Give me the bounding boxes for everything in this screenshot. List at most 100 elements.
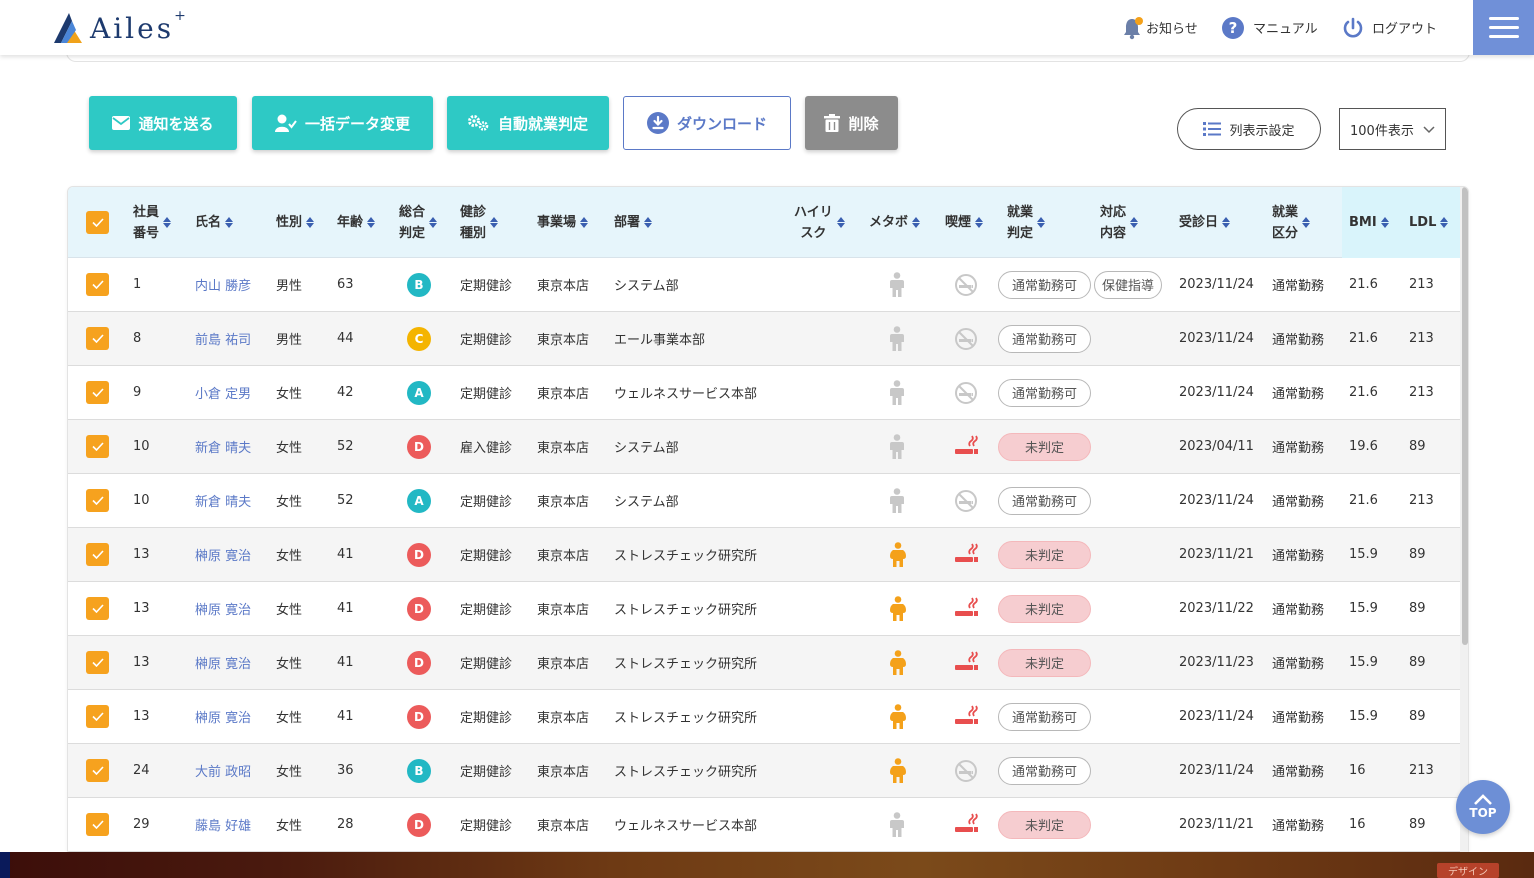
employee-name-link[interactable]: 榊原 寛治 [195,528,251,581]
employee-name-link[interactable]: 新倉 晴夫 [195,474,251,527]
cell-gender: 女性 [276,765,303,780]
header-work-class[interactable]: 就業 区分 [1272,187,1311,258]
manual-link[interactable]: ? マニュアル [1221,0,1318,55]
header-work-judge-line2: 判定 [1007,225,1034,241]
row-checkbox[interactable] [86,327,109,350]
hamburger-menu-button[interactable] [1473,0,1534,55]
smoking-icon [954,528,980,581]
cell-age: 41 [337,601,354,616]
row-checkbox[interactable] [86,705,109,728]
column-setting-button[interactable]: 列表示設定 [1177,108,1321,150]
table-row[interactable]: 8 前島 祐司 男性 44 C 定期健診 東京本店 エール事業本部 通常勤務可 2023/11/2… [68,312,1460,366]
cell-exam-date: 2023/11/24 [1179,385,1254,400]
row-checkbox[interactable] [86,813,109,836]
header-ldl[interactable]: LDL [1409,187,1449,258]
header-high-risk[interactable]: ハイリ スク [794,187,845,258]
row-checkbox[interactable] [86,381,109,404]
cell-gender: 女性 [276,549,303,564]
work-judge-badge[interactable]: 未判定 [998,432,1091,461]
notice-label: お知らせ [1146,22,1198,37]
work-judge-badge[interactable]: 未判定 [998,540,1091,569]
table-row[interactable]: 10 新倉 晴夫 女性 52 D 雇入健診 東京本店 システム部 未判定 2023/04/11 通常… [68,420,1460,474]
cell-bmi: 21.6 [1349,385,1378,400]
row-checkbox[interactable] [86,489,109,512]
delete-button[interactable]: 削除 [805,96,898,150]
cell-gender: 男性 [276,333,303,348]
table-row[interactable]: 13 榊原 寛治 女性 41 D 定期健診 東京本店 ストレスチェック研究所 未判定 2023/1… [68,528,1460,582]
bulk-change-button[interactable]: 一括データ変更 [252,96,433,150]
header-dept[interactable]: 部署 [614,187,653,258]
per-page-select[interactable]: 100件表示 [1339,108,1446,150]
table-scrollbar[interactable] [1460,187,1468,855]
table-row[interactable]: 1 内山 勝彦 男性 63 B 定期健診 東京本店 システム部 通常勤務可 保健指導 2023/11… [68,258,1460,312]
notice-link[interactable]: お知らせ [1122,0,1198,55]
row-checkbox[interactable] [86,273,109,296]
work-judge-badge[interactable]: 通常勤務可 [998,486,1091,515]
row-checkbox[interactable] [86,543,109,566]
header-name[interactable]: 氏名 [195,187,234,258]
grade-badge: A [407,380,431,405]
employee-name-link[interactable]: 榊原 寛治 [195,582,251,635]
employee-name-link[interactable]: 内山 勝彦 [195,258,251,311]
cell-age: 52 [337,439,354,454]
row-checkbox-cell [86,420,109,473]
send-notification-button[interactable]: 通知を送る [89,96,237,150]
download-button[interactable]: ダウンロード [623,96,791,150]
logout-link[interactable]: ログアウト [1342,0,1437,55]
work-judge-badge[interactable]: 通常勤務可 [998,756,1091,785]
ailes-logo[interactable]: Ailes + [52,8,186,46]
table-row[interactable]: 10 新倉 晴夫 女性 52 A 定期健診 東京本店 システム部 通常勤務可 2023/11/24… [68,474,1460,528]
scrollbar-thumb[interactable] [1462,187,1468,645]
work-judge-badge[interactable]: 通常勤務可 [998,378,1091,407]
table-row[interactable]: 29 藤島 好雄 女性 28 D 定期健診 東京本店 ウェルネスサービス本部 未判定 2023/1… [68,798,1460,852]
row-checkbox[interactable] [86,597,109,620]
header-smoking[interactable]: 喫煙 [945,187,984,258]
work-judge-badge[interactable]: 通常勤務可 [998,324,1091,353]
table-row[interactable]: 9 小倉 定男 女性 42 A 定期健診 東京本店 ウェルネスサービス本部 通常勤務可 2023/… [68,366,1460,420]
employee-name-link[interactable]: 新倉 晴夫 [195,420,251,473]
work-judge-badge[interactable]: 未判定 [998,648,1091,677]
header-overall[interactable]: 総合 判定 [399,187,438,258]
header-metabo[interactable]: メタボ [869,187,921,258]
table-row[interactable]: 13 榊原 寛治 女性 41 D 定期健診 東京本店 ストレスチェック研究所 通常勤務可 2023… [68,690,1460,744]
table-row[interactable]: 24 大前 政昭 女性 36 B 定期健診 東京本店 ストレスチェック研究所 通常勤務可 2023… [68,744,1460,798]
header-bmi[interactable]: BMI [1349,187,1389,258]
header-office[interactable]: 事業場 [537,187,589,258]
row-checkbox[interactable] [86,435,109,458]
header-exam-type[interactable]: 健診 種別 [460,187,499,258]
employee-name-link[interactable]: 小倉 定男 [195,366,251,419]
employee-name-link[interactable]: 榊原 寛治 [195,636,251,689]
cell-dept: エール事業本部 [614,333,706,348]
header-age[interactable]: 年齢 [337,187,376,258]
cell-bmi: 15.9 [1349,709,1378,724]
header-response[interactable]: 対応 内容 [1100,187,1139,258]
header-emp-no[interactable]: 社員 番号 [133,187,172,258]
cell-exam-date: 2023/04/11 [1179,439,1254,454]
smoking-icon [954,690,980,743]
employee-name-link[interactable]: 藤島 好雄 [195,798,251,851]
auto-judge-button[interactable]: 自動就業判定 [447,96,609,150]
cell-ldl: 89 [1409,439,1426,454]
select-all-checkbox[interactable] [86,211,109,234]
table-row[interactable]: 13 榊原 寛治 女性 41 D 定期健診 東京本店 ストレスチェック研究所 未判定 2023/1… [68,582,1460,636]
work-judge-badge[interactable]: 未判定 [998,594,1091,623]
header-exam-date[interactable]: 受診日 [1179,187,1231,258]
row-checkbox[interactable] [86,651,109,674]
work-judge-badge[interactable]: 通常勤務可 [998,270,1091,299]
cell-exam-type: 定期健診 [460,603,513,618]
work-judge-badge[interactable]: 通常勤務可 [998,702,1091,731]
table-row[interactable]: 13 榊原 寛治 女性 41 D 定期健診 東京本店 ストレスチェック研究所 未判定 2023/1… [68,636,1460,690]
cell-dept: ウェルネスサービス本部 [614,819,758,834]
row-checkbox[interactable] [86,759,109,782]
back-to-top-button[interactable]: TOP [1456,780,1510,834]
manual-label: マニュアル [1253,22,1318,37]
header-work-judge[interactable]: 就業 判定 [1007,187,1046,258]
employee-name-link[interactable]: 前島 祐司 [195,312,251,365]
header-gender[interactable]: 性別 [276,187,315,258]
cell-exam-type: 定期健診 [460,711,513,726]
work-judge-badge[interactable]: 未判定 [998,810,1091,839]
footer-edge [0,852,10,878]
employee-name-link[interactable]: 榊原 寛治 [195,690,251,743]
response-badge[interactable]: 保健指導 [1094,270,1163,299]
employee-name-link[interactable]: 大前 政昭 [195,744,251,797]
